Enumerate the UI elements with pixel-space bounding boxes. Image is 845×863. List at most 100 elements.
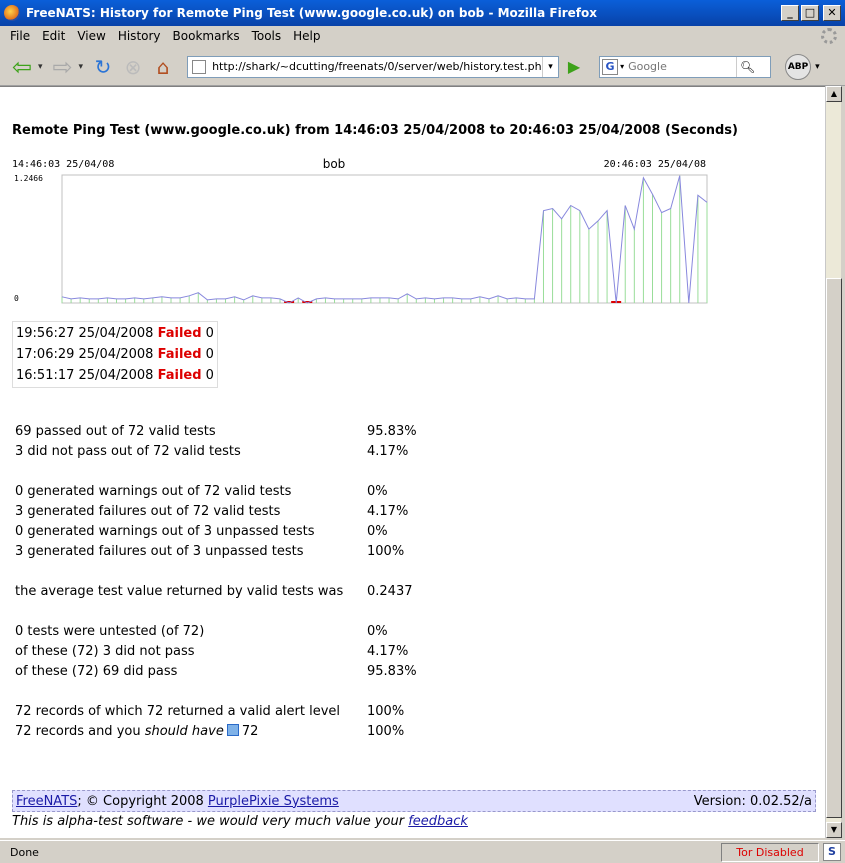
navigation-toolbar: ⇦ ▾ ⇨ ▾ ↻ ⊗ ⌂ http://shark/~dcutting/fre… — [0, 48, 845, 86]
failure-row: 19:56:27 25/04/2008 Failed 0 — [16, 323, 214, 344]
failure-status: Failed — [157, 326, 202, 341]
search-icon[interactable]: 🔍︎ — [736, 56, 758, 77]
alpha-notice: This is alpha-test software - we would v… — [12, 814, 468, 829]
maximize-button[interactable]: □ — [801, 5, 819, 21]
flag-icon[interactable] — [226, 724, 239, 736]
stat-row: 72 records and you should have 72 100% — [15, 722, 417, 742]
stat-label: 72 records and you should have 72 — [15, 722, 367, 742]
stat-label: 72 records of which 72 returned a valid … — [15, 704, 341, 719]
firefox-icon — [4, 5, 20, 21]
stat-value: 4.17% — [367, 504, 409, 519]
scroll-thumb[interactable] — [826, 278, 842, 818]
menu-view[interactable]: View — [71, 29, 111, 43]
stat-value: 95.83% — [367, 664, 417, 679]
stat-label: the average test value returned by valid… — [15, 584, 344, 599]
stat-row: 3 generated failures out of 72 valid tes… — [15, 502, 417, 522]
tor-status[interactable]: Tor Disabled — [721, 842, 819, 862]
forward-arrow-icon[interactable]: ⇨ — [49, 53, 77, 81]
stat-value: 4.17% — [367, 644, 409, 659]
stat-value: 100% — [367, 724, 405, 739]
feedback-link[interactable]: feedback — [408, 814, 468, 829]
stat-row: the average test value returned by valid… — [15, 582, 417, 602]
stop-icon[interactable]: ⊗ — [119, 53, 147, 81]
menu-history[interactable]: History — [112, 29, 167, 43]
stat-value: 95.83% — [367, 424, 417, 439]
home-icon[interactable]: ⌂ — [149, 53, 177, 81]
failure-row: 16:51:17 25/04/2008 Failed 0 — [16, 365, 214, 386]
extension-icon[interactable]: S — [823, 843, 841, 861]
forward-history-dropdown-icon[interactable]: ▾ — [79, 62, 84, 72]
menu-file[interactable]: File — [4, 29, 36, 43]
minimize-button[interactable]: _ — [781, 5, 799, 21]
url-dropdown-icon[interactable]: ▾ — [542, 56, 558, 77]
stat-row: 3 generated failures out of 3 unpassed t… — [15, 542, 417, 562]
chart-end-label: 20:46:03 25/04/08 — [604, 159, 706, 170]
status-bar: Done Tor Disabled S — [0, 840, 845, 863]
stat-value: 100% — [367, 704, 405, 719]
history-chart: 14:46:03 25/04/08 bob 20:46:03 25/04/08 … — [12, 157, 708, 304]
reload-icon[interactable]: ↻ — [89, 53, 117, 81]
page-heading: Remote Ping Test (www.google.co.uk) from… — [12, 123, 738, 138]
back-arrow-icon[interactable]: ⇦ — [8, 53, 36, 81]
scroll-up-icon[interactable]: ▲ — [826, 86, 842, 102]
scroll-down-icon[interactable]: ▼ — [826, 822, 842, 838]
failure-time: 17:06:29 25/04/2008 — [16, 347, 154, 362]
chart-ymin-label: 0 — [14, 294, 19, 303]
stat-label-count: 72 — [241, 724, 259, 739]
failure-value: 0 — [205, 368, 214, 383]
failure-status: Failed — [157, 347, 202, 362]
freenats-link[interactable]: FreeNATS — [16, 794, 77, 809]
stat-row: 0 generated warnings out of 72 valid tes… — [15, 482, 417, 502]
alpha-text: This is alpha-test software - we would v… — [12, 814, 409, 829]
search-input[interactable] — [626, 60, 737, 73]
failure-status: Failed — [157, 368, 202, 383]
stat-row: 3 did not pass out of 72 valid tests 4.17… — [15, 442, 417, 462]
failure-value: 0 — [205, 326, 214, 341]
search-bar: G ▾ 🔍︎ — [599, 55, 772, 78]
stat-label: 0 generated warnings out of 3 unpassed t… — [15, 524, 315, 539]
stat-label: 69 passed out of 72 valid tests — [15, 424, 216, 439]
window-title: FreeNATS: History for Remote Ping Test (… — [26, 6, 597, 20]
failure-list: 19:56:27 25/04/2008 Failed 0 17:06:29 25… — [12, 321, 218, 388]
stat-label: 3 did not pass out of 72 valid tests — [15, 444, 241, 459]
stat-value: 0% — [367, 484, 388, 499]
stat-row: 69 passed out of 72 valid tests 95.83% — [15, 422, 417, 442]
window-title-bar[interactable]: FreeNATS: History for Remote Ping Test (… — [0, 0, 845, 26]
stat-row: of these (72) 69 did pass 95.83% — [15, 662, 417, 682]
failure-value: 0 — [205, 347, 214, 362]
stat-label-text: 72 records and you — [15, 724, 145, 739]
menu-edit[interactable]: Edit — [36, 29, 71, 43]
stat-value: 100% — [367, 544, 405, 559]
failure-time: 16:51:17 25/04/2008 — [16, 368, 154, 383]
stat-label: 3 generated failures out of 3 unpassed t… — [15, 544, 304, 559]
stat-label: 0 generated warnings out of 72 valid tes… — [15, 484, 292, 499]
engine-dropdown-icon[interactable]: ▾ — [620, 62, 624, 71]
page-icon — [192, 59, 207, 74]
stat-label: of these (72) 69 did pass — [15, 664, 178, 679]
page-footer: FreeNATS; © Copyright 2008 PurplePixie S… — [12, 790, 816, 812]
menu-bookmarks[interactable]: Bookmarks — [167, 29, 246, 43]
menu-help[interactable]: Help — [287, 29, 326, 43]
vertical-scrollbar[interactable]: ▲ ▼ — [825, 86, 842, 838]
chart-ymax-label: 1.2466 — [14, 174, 43, 183]
status-text: Done — [10, 845, 39, 859]
stat-label: of these (72) 3 did not pass — [15, 644, 195, 659]
menu-tools[interactable]: Tools — [246, 29, 288, 43]
stat-label: 3 generated failures out of 72 valid tes… — [15, 504, 281, 519]
purplepixie-link[interactable]: PurplePixie Systems — [208, 794, 339, 809]
failure-time: 19:56:27 25/04/2008 — [16, 326, 154, 341]
page-content: Remote Ping Test (www.google.co.uk) from… — [0, 86, 825, 838]
adblock-plus-icon[interactable]: ABP — [785, 53, 812, 80]
menu-bar: File Edit View History Bookmarks Tools H… — [0, 26, 845, 46]
failure-row: 17:06:29 25/04/2008 Failed 0 — [16, 344, 214, 365]
google-engine-icon[interactable]: G — [602, 58, 619, 75]
adblock-dropdown-icon[interactable]: ▾ — [815, 62, 820, 72]
throbber-icon — [821, 28, 837, 44]
go-arrow-icon[interactable]: ▶ — [563, 56, 585, 78]
statistics-table: 69 passed out of 72 valid tests 95.83% 3 … — [15, 422, 417, 742]
address-bar[interactable]: http://shark/~dcutting/freenats/0/server… — [187, 55, 560, 78]
stat-value: 0% — [367, 524, 388, 539]
url-text[interactable]: http://shark/~dcutting/freenats/0/server… — [212, 60, 542, 73]
close-button[interactable]: ✕ — [823, 5, 841, 21]
back-history-dropdown-icon[interactable]: ▾ — [38, 62, 43, 72]
